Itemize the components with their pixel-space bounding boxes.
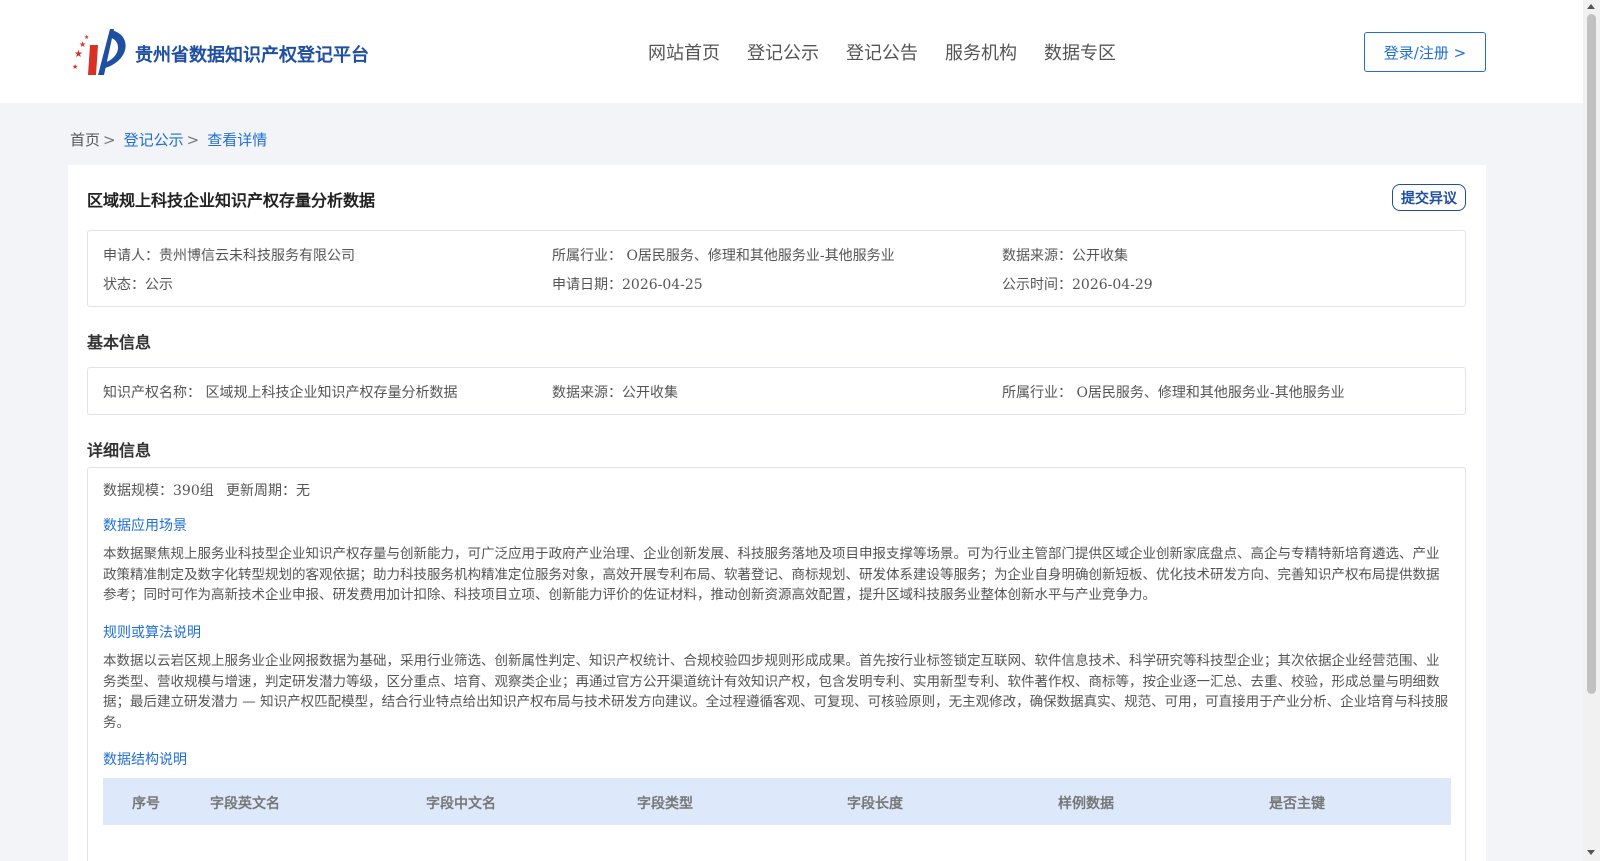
scenario-text: 本数据聚焦规上服务业科技型企业知识产权存量与创新能力，可广泛应用于政府产业治理、… — [103, 546, 1440, 603]
column-header: 字段中文名 — [426, 796, 496, 812]
main-nav: 网站首页 登记公示 登记公告 服务机构 数据专区 — [648, 39, 1143, 65]
page-scrollbar[interactable] — [1583, 0, 1600, 861]
breadcrumb-separator: > — [186, 131, 200, 149]
basic-info-panel: 知识产权名称： 区域规上科技企业知识产权存量分析数据 数据来源：公开收集 所属行… — [87, 367, 1466, 415]
basic-source-field: 数据来源：公开收集 — [552, 385, 678, 401]
scroll-up-icon[interactable] — [1587, 4, 1595, 9]
detail-info-panel: 数据规模：390组 更新周期：无 数据应用场景 本数据聚焦规上服务业科技型企业知… — [87, 467, 1466, 861]
breadcrumb-current[interactable]: 查看详情 — [207, 131, 267, 149]
nav-data-zone[interactable]: 数据专区 — [1044, 39, 1116, 65]
nav-registration-publicity[interactable]: 登记公示 — [747, 39, 819, 65]
column-header: 序号 — [132, 796, 160, 812]
breadcrumb-registration-publicity[interactable]: 登记公示 — [124, 131, 184, 149]
status-field: 状态：公示 — [103, 277, 173, 293]
svg-text:★: ★ — [79, 40, 86, 49]
detail-info-heading: 详细信息 — [87, 441, 152, 460]
nav-home[interactable]: 网站首页 — [648, 39, 720, 65]
column-header: 字段类型 — [637, 796, 693, 812]
site-header: ★ ★ ★ ★ 贵州省数据知识产权登记平台 网站首页 登记公示 登记公告 服务机… — [0, 0, 1583, 103]
column-header: 样例数据 — [1058, 796, 1114, 812]
breadcrumb-home[interactable]: 首页 — [70, 131, 100, 149]
submit-objection-button[interactable]: 提交异议 — [1392, 184, 1466, 211]
nav-service-agencies[interactable]: 服务机构 — [945, 39, 1017, 65]
scrollbar-thumb[interactable] — [1587, 14, 1596, 694]
scroll-down-icon[interactable] — [1587, 850, 1595, 855]
applicant-field: 申请人：贵州博信云未科技服务有限公司 — [103, 248, 355, 264]
ip-name-field: 知识产权名称： 区域规上科技企业知识产权存量分析数据 — [103, 385, 458, 401]
breadcrumb-separator: > — [103, 131, 116, 149]
site-title: 贵州省数据知识产权登记平台 — [135, 45, 369, 66]
data-scale-field: 数据规模：390组 — [103, 483, 214, 499]
apply-date-field: 申请日期：2026-04-25 — [552, 277, 703, 293]
svg-text:★: ★ — [84, 34, 89, 41]
basic-industry-field: 所属行业： O居民服务、修理和其他服务业-其他服务业 — [1002, 385, 1345, 401]
basic-info-heading: 基本信息 — [87, 333, 152, 352]
page-title: 区域规上科技企业知识产权存量分析数据 — [87, 191, 376, 210]
source-field: 数据来源：公开收集 — [1002, 248, 1128, 264]
update-cycle-field: 更新周期：无 — [226, 483, 310, 499]
structure-table-header: 序号 字段英文名 字段中文名 字段类型 字段长度 样例数据 是否主键 — [103, 778, 1451, 825]
structure-heading: 数据结构说明 — [103, 752, 187, 768]
platform-logo-icon: ★ ★ ★ ★ — [72, 29, 126, 75]
login-register-button[interactable]: 登录/注册 > — [1364, 32, 1486, 72]
column-header: 字段英文名 — [210, 796, 280, 812]
publish-date-field: 公示时间：2026-04-29 — [1002, 277, 1153, 293]
summary-panel: 申请人：贵州博信云未科技服务有限公司 所属行业： O居民服务、修理和其他服务业-… — [87, 230, 1466, 307]
svg-text:★: ★ — [74, 49, 83, 60]
industry-field: 所属行业： O居民服务、修理和其他服务业-其他服务业 — [552, 248, 895, 264]
nav-registration-notice[interactable]: 登记公告 — [846, 39, 918, 65]
scenario-heading: 数据应用场景 — [103, 518, 187, 534]
column-header: 是否主键 — [1269, 796, 1325, 812]
column-header: 字段长度 — [847, 796, 903, 812]
breadcrumb: 首页 > 登记公示 > 查看详情 — [70, 129, 267, 150]
detail-card: 区域规上科技企业知识产权存量分析数据 提交异议 申请人：贵州博信云未科技服务有限… — [68, 165, 1486, 861]
svg-text:★: ★ — [72, 63, 78, 71]
rules-heading: 规则或算法说明 — [103, 625, 201, 641]
rules-text: 本数据以云岩区规上服务业企业网报数据为基础，采用行业筛选、创新属性判定、知识产权… — [103, 653, 1449, 731]
